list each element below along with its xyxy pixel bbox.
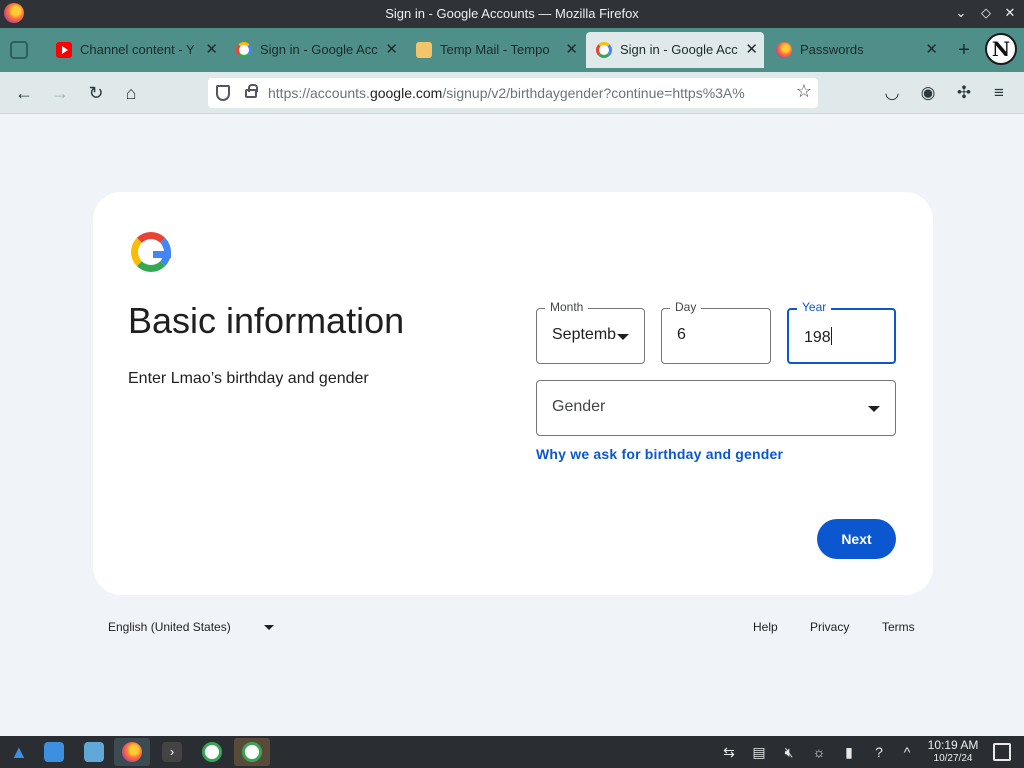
page-subtitle: Enter Lmao’s birthday and gender xyxy=(128,370,369,387)
tab-label: Sign in - Google Acc xyxy=(620,42,738,57)
url-path: /signup/v2/birthdaygender?continue=https… xyxy=(442,85,745,101)
extensions-icon[interactable]: ✣ xyxy=(953,82,975,104)
month-select[interactable]: Month Septemb xyxy=(536,300,645,364)
clock-date: 10/27/24 xyxy=(933,753,973,764)
maximize-icon[interactable]: ◇ xyxy=(977,4,995,22)
day-value: 6 xyxy=(677,326,686,343)
battery-icon[interactable]: ▮ xyxy=(840,743,858,761)
page-title: Basic information xyxy=(128,300,405,341)
tab-sign-in-google-active[interactable]: Sign in - Google Acc ✕ xyxy=(586,32,764,68)
files-icon[interactable] xyxy=(36,738,72,766)
lock-icon[interactable] xyxy=(245,84,258,98)
tab-label: Temp Mail - Tempo xyxy=(440,42,550,57)
month-value: Septemb xyxy=(552,326,617,343)
account-icon[interactable]: ◉ xyxy=(917,82,939,104)
firefox-taskbar-icon[interactable] xyxy=(114,738,150,766)
google-icon xyxy=(596,42,612,58)
tab-label: Channel content - Y xyxy=(80,42,195,57)
new-tab-plus-icon[interactable]: + xyxy=(954,40,974,60)
tab-channel-content[interactable]: Channel content - Y ✕ xyxy=(46,32,224,68)
month-label: Month xyxy=(545,300,589,314)
network-icon[interactable]: ⇆ xyxy=(720,743,738,761)
year-value-wrap: 198 xyxy=(804,327,832,347)
mail-icon xyxy=(416,42,432,58)
close-tab-icon[interactable]: ✕ xyxy=(925,32,938,68)
signup-card: Basic information Enter Lmao’s birthday … xyxy=(93,192,933,595)
clock-time: 10:19 AM xyxy=(927,738,979,752)
close-tab-icon[interactable]: ✕ xyxy=(205,32,218,68)
url-prefix: https://accounts. xyxy=(268,85,370,101)
brightness-icon[interactable]: ☼ xyxy=(810,743,828,761)
month-dropdown-icon xyxy=(617,334,629,340)
menu-icon[interactable]: ≡ xyxy=(988,82,1010,104)
firefox-icon xyxy=(776,42,792,58)
clock[interactable]: 10:19 AM 10/27/24 xyxy=(922,739,984,765)
tracking-shield-icon[interactable] xyxy=(216,85,230,101)
url-text[interactable]: https://accounts.google.com/signup/v2/bi… xyxy=(268,85,783,101)
close-window-icon[interactable]: ✕ xyxy=(1001,4,1019,22)
tab-sign-in-google-1[interactable]: Sign in - Google Acc ✕ xyxy=(226,32,404,68)
taskbar: ▲ › ⇆ ▤ 🔇︎ ☼ ▮ ? ^ 10:19 AM 10/27/24 xyxy=(0,736,1024,768)
youtube-icon xyxy=(56,42,72,58)
profile-avatar[interactable]: N xyxy=(985,33,1017,65)
day-input[interactable]: Day 6 xyxy=(661,300,771,364)
help-circle-icon[interactable]: ? xyxy=(870,743,888,761)
show-desktop-icon[interactable] xyxy=(993,743,1011,761)
terminal-icon[interactable]: › xyxy=(154,738,190,766)
year-value: 198 xyxy=(804,329,831,346)
tab-strip: Channel content - Y ✕ Sign in - Google A… xyxy=(0,28,1024,72)
gender-placeholder: Gender xyxy=(552,398,606,415)
privacy-link[interactable]: Privacy xyxy=(810,620,849,634)
tab-label: Sign in - Google Acc xyxy=(260,42,378,57)
window-title: Sign in - Google Accounts — Mozilla Fire… xyxy=(385,6,639,21)
google-logo-icon xyxy=(131,232,171,272)
year-input[interactable]: Year 198 xyxy=(787,300,896,364)
terms-link[interactable]: Terms xyxy=(882,620,915,634)
language-selector[interactable]: English (United States) xyxy=(108,620,231,634)
sidebar-toggle-icon[interactable] xyxy=(10,41,28,59)
close-tab-icon[interactable]: ✕ xyxy=(745,32,758,68)
day-label: Day xyxy=(670,300,702,314)
next-button[interactable]: Next xyxy=(817,519,896,559)
volume-muted-icon[interactable]: 🔇︎ xyxy=(780,743,798,761)
close-tab-icon[interactable]: ✕ xyxy=(565,32,578,68)
tab-label: Passwords xyxy=(800,42,864,57)
home-icon[interactable]: ⌂ xyxy=(120,82,142,104)
navigation-toolbar: ← → ↻ ⌂ https://accounts.google.com/sign… xyxy=(0,72,1024,114)
close-tab-icon[interactable]: ✕ xyxy=(385,32,398,68)
help-link[interactable]: Help xyxy=(753,620,778,634)
tab-temp-mail[interactable]: Temp Mail - Tempo ✕ xyxy=(406,32,584,68)
expand-tray-icon[interactable]: ^ xyxy=(898,743,916,761)
why-birthday-gender-link[interactable]: Why we ask for birthday and gender xyxy=(536,446,783,462)
tab-passwords[interactable]: Passwords ✕ xyxy=(766,32,944,68)
url-bar[interactable]: https://accounts.google.com/signup/v2/bi… xyxy=(208,78,818,108)
bookmark-star-icon[interactable]: ☆ xyxy=(796,81,812,102)
window-titlebar: Sign in - Google Accounts — Mozilla Fire… xyxy=(0,0,1024,28)
gender-dropdown-icon xyxy=(868,406,880,412)
file-manager-icon[interactable] xyxy=(76,738,112,766)
google-icon xyxy=(236,42,252,58)
minimize-icon[interactable]: ⌄ xyxy=(952,4,970,22)
year-label: Year xyxy=(797,300,832,314)
forward-arrow-icon[interactable]: → xyxy=(49,82,71,104)
text-cursor xyxy=(830,327,832,345)
reload-icon[interactable]: ↻ xyxy=(85,82,107,104)
gender-select[interactable]: Gender xyxy=(536,380,896,436)
url-domain: google.com xyxy=(369,85,443,101)
app-green-active-icon[interactable] xyxy=(234,738,270,766)
language-dropdown-icon[interactable] xyxy=(264,625,274,630)
back-arrow-icon[interactable]: ← xyxy=(13,82,35,104)
pocket-icon[interactable]: ◡ xyxy=(881,82,903,104)
language-label: English (United States) xyxy=(108,620,231,634)
clipboard-icon[interactable]: ▤ xyxy=(750,743,768,761)
app-green-icon[interactable] xyxy=(194,738,230,766)
app-launcher-icon[interactable]: ▲ xyxy=(0,738,36,766)
